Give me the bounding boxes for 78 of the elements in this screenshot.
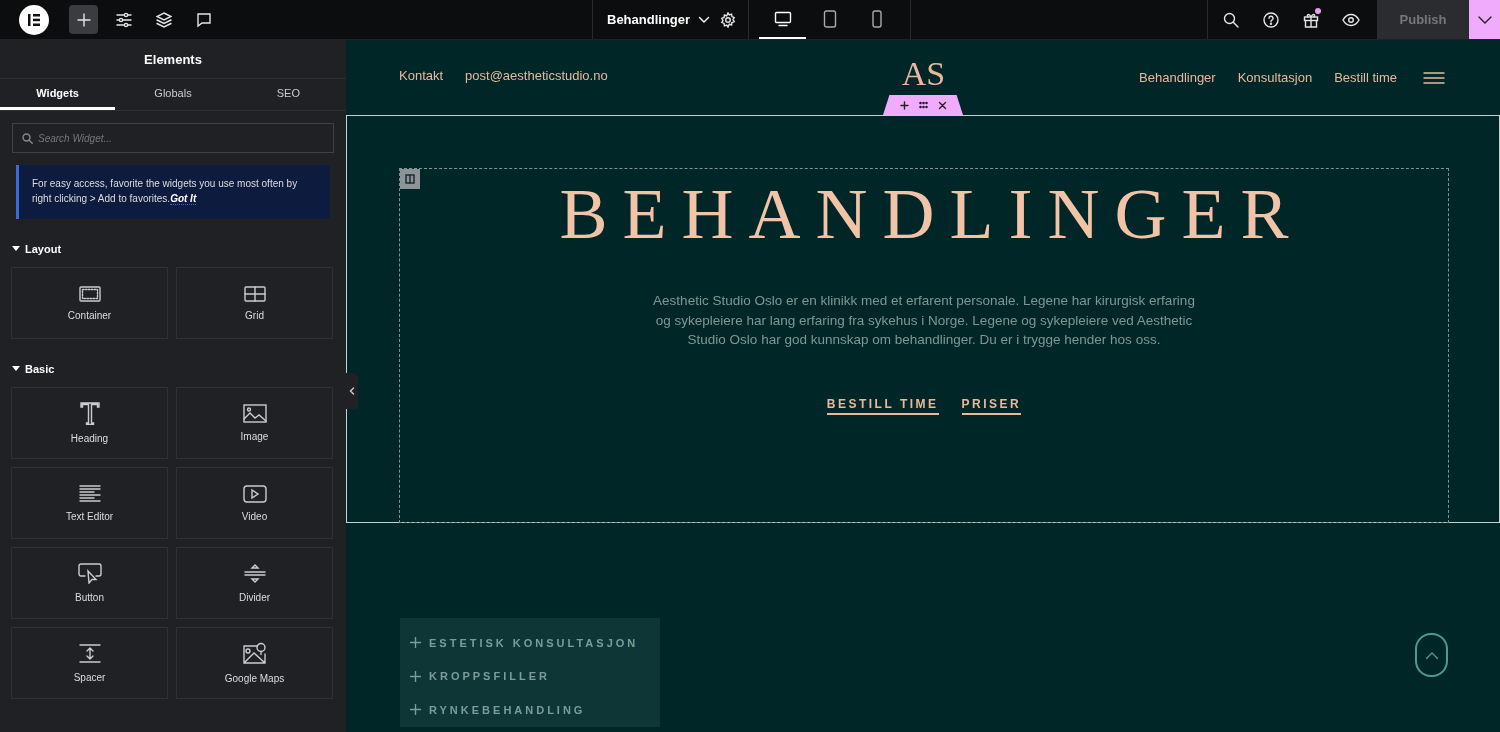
monitor-icon — [773, 10, 792, 27]
add-section-button[interactable] — [899, 100, 909, 110]
search-icon — [1222, 11, 1239, 28]
panel-title: Elements — [0, 40, 346, 79]
category-header[interactable]: Layout — [0, 243, 346, 255]
widget-tile[interactable]: Container — [11, 267, 168, 339]
header-link[interactable]: post@aestheticstudio.no — [465, 68, 608, 83]
chevron-down-icon — [1477, 15, 1492, 24]
button-cursor-icon — [77, 563, 102, 584]
divider-arrows-icon — [243, 563, 266, 584]
column-handle-button[interactable] — [400, 169, 420, 189]
phone-icon — [871, 9, 882, 28]
delete-section-button[interactable] — [937, 100, 947, 110]
gear-icon — [720, 11, 737, 28]
add-button[interactable] — [69, 5, 98, 34]
elementor-logo-button[interactable] — [19, 4, 49, 35]
grid-icon — [243, 285, 266, 302]
drag-handle-button[interactable] — [918, 100, 928, 110]
close-icon — [937, 100, 947, 110]
panel-tab[interactable]: SEO — [230, 79, 346, 110]
hero-paragraph: Aesthetic Studio Oslo er en klinikk med et erfarent personale. Legene har kirurgisk erfaring og sykepleiere har lang erfaring fra sykehus i Norge. Legene og sykepleiere ved Aesthetic Studio Oslo har god kunnskap om behandlinger. Du er i trygge hender hos oss. — [652, 292, 1196, 349]
header-link[interactable]: Kontakt — [399, 68, 444, 83]
plus-icon — [410, 670, 421, 682]
site-logo[interactable]: AS — [901, 54, 946, 93]
panel-tab[interactable]: Globals — [115, 79, 231, 110]
caret-icon — [12, 246, 20, 252]
widget-tile[interactable]: Image — [176, 387, 333, 459]
widget-tile[interactable]: Divider — [176, 547, 333, 619]
widget-tile[interactable]: Spacer — [11, 627, 168, 699]
gift-icon — [1302, 11, 1319, 28]
widget-tile[interactable]: Grid — [176, 267, 333, 339]
widget-tile[interactable]: Heading — [11, 387, 168, 459]
nav-link[interactable]: Behandlinger — [1139, 70, 1216, 85]
help-icon — [1262, 11, 1279, 28]
plus-icon — [76, 12, 91, 27]
play-button-icon — [242, 484, 267, 503]
nav-link[interactable]: Bestill time — [1334, 70, 1397, 85]
nav-link[interactable]: Konsultasjon — [1237, 70, 1313, 85]
sliders-icon — [115, 11, 132, 28]
collapse-panel-button[interactable] — [346, 373, 358, 409]
letter-t-icon — [78, 402, 101, 425]
panel-tab[interactable]: Widgets — [0, 79, 116, 110]
widget-tile[interactable]: Text Editor — [11, 467, 168, 539]
hero-heading: BEHANDLINGER — [558, 173, 1304, 256]
page-title-dropdown[interactable]: Behandlinger — [607, 12, 711, 27]
scroll-to-top-button[interactable] — [1415, 633, 1448, 677]
favorites-tip: For easy access, favorite the widgets you use most often by right clicking > Add to favorites.Got It — [16, 165, 330, 219]
widget-tile[interactable]: Google Maps — [176, 627, 333, 699]
plus-icon — [899, 100, 909, 110]
dashed-rectangle-icon — [78, 285, 101, 302]
eye-icon — [1341, 12, 1360, 27]
layers-icon — [155, 11, 172, 28]
search-field[interactable]: Search Widget... — [12, 123, 334, 153]
accordion-item[interactable]: RYNKEBEHANDLING — [400, 693, 660, 727]
chevron-up-icon — [1424, 650, 1439, 660]
accordion-item[interactable]: ESTETISK KONSULTASJON — [400, 626, 660, 660]
got-it-link[interactable]: Got It — [170, 193, 197, 205]
tablet-icon — [822, 9, 837, 28]
chevron-left-icon — [349, 387, 355, 395]
hero-link[interactable]: BESTILL TIME — [826, 396, 939, 415]
map-pin-icon — [242, 642, 267, 665]
speech-bubble-icon — [195, 11, 212, 28]
widget-tile[interactable]: Video — [176, 467, 333, 539]
logo-icon — [27, 12, 41, 27]
plus-icon — [410, 637, 421, 649]
drag-icon — [918, 100, 928, 110]
chevron-down-icon — [698, 16, 711, 24]
accordion-item[interactable]: KROPPSFILLER — [400, 659, 660, 693]
caret-icon — [12, 366, 20, 372]
spacer-icon — [78, 643, 101, 664]
text-lines-icon — [78, 484, 101, 503]
category-header[interactable]: Basic — [0, 363, 346, 375]
columns-icon — [405, 174, 415, 184]
hero-link[interactable]: PRISER — [961, 396, 1022, 415]
menu-icon — [1422, 70, 1445, 85]
widget-tile[interactable]: Button — [11, 547, 168, 619]
plus-icon — [410, 704, 421, 716]
picture-icon — [242, 404, 267, 423]
